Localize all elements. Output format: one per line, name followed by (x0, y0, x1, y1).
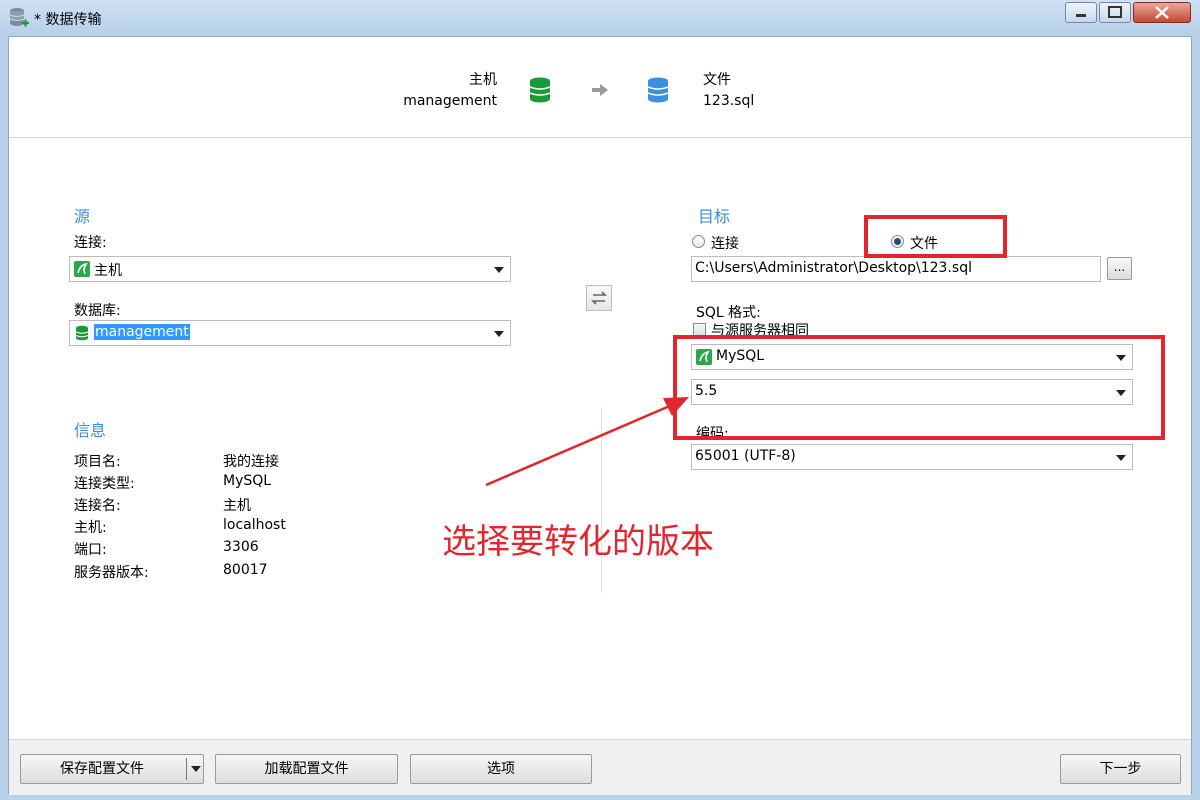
load-profile-button[interactable]: 加载配置文件 (215, 754, 398, 784)
connection-label: 连接: (74, 235, 107, 251)
transfer-summary-header: 主机 management 文件 123.sql (9, 37, 1191, 138)
info-value: 我的连接 (223, 454, 279, 470)
file-path-value: C:\Users\Administrator\Desktop\123.sql (695, 260, 972, 276)
data-transfer-window: * 数据传输 主机 management 文件 123.sql 源 连接: 主机… (0, 0, 1200, 800)
source-heading: 源 (74, 207, 91, 226)
chevron-down-icon (494, 331, 504, 337)
source-connection-select[interactable]: 主机 (69, 256, 511, 282)
info-value: 3306 (223, 539, 259, 555)
info-key: 服务器版本: (74, 565, 149, 581)
info-key: 项目名: (74, 454, 121, 470)
swap-icon (591, 291, 607, 305)
sql-format-label: SQL 格式: (696, 305, 761, 321)
transfer-arrow-icon (592, 84, 608, 96)
info-value: 80017 (223, 562, 268, 578)
source-database-value: management (94, 324, 190, 340)
source-database-select[interactable]: management (69, 320, 511, 346)
browse-button[interactable]: ... (1107, 257, 1132, 280)
version-highlight-box (673, 335, 1165, 440)
close-button[interactable] (1133, 2, 1191, 23)
maximize-button[interactable] (1099, 2, 1131, 23)
maximize-icon (1108, 6, 1122, 18)
info-heading: 信息 (74, 421, 107, 440)
annotation-text: 选择要转化的版本 (442, 522, 714, 562)
source-connection-value: 主机 (94, 263, 122, 279)
file-highlight-box (864, 215, 1007, 258)
header-source-title: 主机 (469, 72, 497, 88)
chevron-down-icon[interactable] (191, 766, 201, 772)
encoding-select[interactable]: 65001 (UTF-8) (691, 444, 1133, 470)
info-value: 主机 (223, 498, 251, 514)
info-key: 连接名: (74, 498, 121, 514)
split-divider (186, 758, 187, 780)
target-database-icon (647, 77, 669, 103)
swap-button[interactable] (586, 285, 612, 311)
title-bar: * 数据传输 (0, 0, 1200, 36)
encoding-value: 65001 (UTF-8) (695, 448, 796, 464)
info-value: MySQL (223, 473, 272, 489)
info-key: 连接类型: (74, 476, 135, 492)
header-target-name: 123.sql (703, 93, 755, 109)
window-title: * 数据传输 (34, 12, 102, 28)
save-profile-label: 保存配置文件 (60, 761, 144, 777)
header-source-name: management (403, 93, 497, 109)
database-label: 数据库: (74, 303, 121, 319)
save-profile-button[interactable]: 保存配置文件 (20, 754, 204, 784)
minimize-icon (1076, 14, 1086, 17)
data-transfer-icon (9, 8, 29, 27)
close-icon (1155, 6, 1169, 19)
info-key: 端口: (74, 542, 107, 558)
annotation-arrow-icon (485, 397, 689, 487)
target-connection-radio[interactable] (692, 235, 705, 248)
client-area: 主机 management 文件 123.sql 源 连接: 主机 数据库: m… (8, 36, 1192, 795)
footer-bar: 保存配置文件 加载配置文件 选项 下一步 (9, 739, 1191, 795)
file-path-input[interactable]: C:\Users\Administrator\Desktop\123.sql (691, 256, 1101, 282)
mysql-connection-icon (74, 261, 90, 277)
target-heading: 目标 (698, 207, 731, 226)
header-target-title: 文件 (703, 72, 731, 88)
chevron-down-icon (494, 267, 504, 273)
minimize-button[interactable] (1065, 2, 1097, 23)
database-icon (75, 325, 89, 341)
info-key: 主机: (74, 520, 107, 536)
options-button[interactable]: 选项 (410, 754, 592, 784)
source-database-icon (529, 77, 551, 103)
chevron-down-icon (1116, 455, 1126, 461)
target-connection-radio-label: 连接 (711, 236, 739, 252)
info-value: localhost (223, 517, 286, 533)
next-button[interactable]: 下一步 (1060, 754, 1181, 784)
